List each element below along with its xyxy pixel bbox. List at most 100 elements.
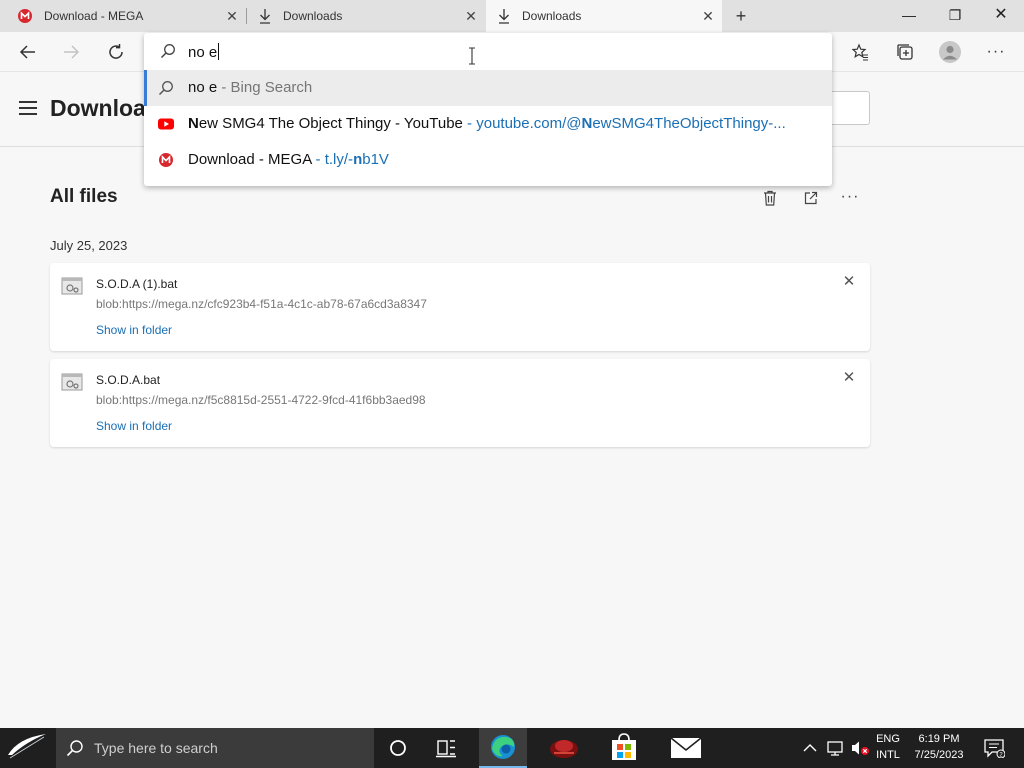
suggestion-source: - Bing Search <box>217 79 313 96</box>
minimize-button[interactable]: — <box>886 0 932 32</box>
suggestion-mega[interactable]: Download - MEGA - t.ly/-nb1V <box>144 142 832 178</box>
address-bar-dropdown: no e no e - Bing Search New SMG4 The Obj… <box>144 33 832 186</box>
store-icon <box>612 733 636 760</box>
suggestion-text: no e - Bing Search <box>188 79 312 96</box>
input-language[interactable]: ENG <box>870 733 906 745</box>
collections-icon <box>897 44 913 60</box>
avatar-icon <box>939 41 961 63</box>
profile-button[interactable] <box>936 38 964 66</box>
close-tab-icon[interactable]: ✕ <box>700 8 716 24</box>
show-in-folder-link[interactable]: Show in folder <box>96 323 172 337</box>
download-icon <box>260 9 270 24</box>
section-title: All files <box>50 186 118 207</box>
volume-muted-icon[interactable] <box>850 739 870 757</box>
open-external-icon <box>804 191 818 205</box>
more-options-button[interactable]: ··· <box>838 186 862 210</box>
download-item: S.O.D.A.bat blob:https://mega.nz/f5c8815… <box>50 359 870 447</box>
restore-button[interactable]: ❐ <box>932 0 978 32</box>
suggestion-title: Download - MEGA <box>188 151 312 168</box>
task-view-button[interactable] <box>422 728 470 768</box>
file-source-url: blob:https://mega.nz/cfc923b4-f51a-4c1c-… <box>96 297 427 311</box>
suggestion-url-rest: b1V <box>362 151 389 168</box>
taskbar-app-game[interactable] <box>540 728 588 768</box>
suggestion-youtube[interactable]: New SMG4 The Object Thingy - YouTube - y… <box>144 106 832 142</box>
keyboard-layout[interactable]: INTL <box>870 749 906 761</box>
taskbar-edge[interactable] <box>479 728 527 768</box>
taskbar-store[interactable] <box>600 728 648 768</box>
suggestion-title: ew SMG4 The Object Thingy - YouTube <box>198 115 463 132</box>
suggestion-text: New SMG4 The Object Thingy - YouTube - y… <box>188 115 786 132</box>
notification-center-icon[interactable]: 2 <box>983 738 1005 758</box>
search-icon <box>66 740 83 757</box>
close-window-button[interactable]: ✕ <box>978 0 1024 32</box>
show-hidden-icons-chevron-icon[interactable] <box>802 741 818 755</box>
youtube-icon <box>158 118 174 130</box>
mail-icon <box>670 737 702 758</box>
suggestion-url-match: n <box>353 151 363 168</box>
close-tab-icon[interactable]: ✕ <box>463 8 479 24</box>
collections-button[interactable] <box>891 38 919 66</box>
text-caret <box>218 43 220 60</box>
cortana-circle-icon <box>390 740 406 756</box>
tab-download-mega[interactable]: Download - MEGA ✕ <box>0 0 246 32</box>
menu-hamburger-icon[interactable] <box>19 101 37 115</box>
suggestion-url: - t.ly/-nb1V <box>311 151 389 168</box>
start-logo-icon <box>8 734 46 759</box>
taskbar-mail[interactable] <box>662 728 710 768</box>
suggestion-url-prefix: - t.ly/- <box>311 151 354 168</box>
refresh-button[interactable] <box>102 38 130 66</box>
mega-icon <box>159 153 173 167</box>
edge-icon <box>491 735 515 759</box>
clock-date[interactable]: 7/25/2023 <box>906 749 972 761</box>
address-query-text: no e <box>188 43 220 61</box>
date-group-label: July 25, 2023 <box>50 238 128 253</box>
file-name[interactable]: S.O.D.A (1).bat <box>96 277 177 291</box>
clock-time[interactable]: 6:19 PM <box>906 733 972 745</box>
trash-icon <box>764 190 776 206</box>
new-tab-button[interactable]: + <box>731 6 751 26</box>
taskbar-search-box[interactable]: Type here to search <box>56 728 374 768</box>
back-button[interactable] <box>14 38 42 66</box>
forward-button[interactable] <box>57 38 85 66</box>
download-icon <box>499 9 509 24</box>
favorites-star-icon <box>851 43 868 61</box>
tab-downloads[interactable]: Downloads ✕ <box>247 0 485 32</box>
tab-title: Downloads <box>283 9 343 23</box>
download-item: S.O.D.A (1).bat blob:https://mega.nz/cfc… <box>50 263 870 351</box>
remove-download-icon[interactable]: ✕ <box>842 274 856 289</box>
forward-arrow-icon <box>64 45 80 59</box>
task-view-icon <box>436 740 456 758</box>
refresh-icon <box>109 44 123 59</box>
mega-icon <box>18 9 32 23</box>
batch-file-icon <box>61 373 83 391</box>
tab-downloads-active[interactable]: Downloads ✕ <box>486 0 722 32</box>
windows-taskbar: Type here to search ENG INTL 6:19 PM 7/2… <box>0 728 1024 768</box>
search-icon <box>160 44 175 59</box>
delete-all-button[interactable] <box>758 186 782 210</box>
text-cursor-icon <box>469 47 475 65</box>
browser-window: Download - MEGA ✕ Downloads ✕ Downloads … <box>0 0 1024 768</box>
cortana-button[interactable] <box>374 728 422 768</box>
open-downloads-folder-button[interactable] <box>799 186 823 210</box>
remove-download-icon[interactable]: ✕ <box>842 370 856 385</box>
close-tab-icon[interactable]: ✕ <box>224 8 240 24</box>
suggestion-text: Download - MEGA - t.ly/-nb1V <box>188 151 389 168</box>
start-button[interactable] <box>0 728 56 768</box>
show-in-folder-link[interactable]: Show in folder <box>96 419 172 433</box>
settings-more-button[interactable]: ··· <box>982 38 1010 66</box>
file-source-url: blob:https://mega.nz/f5c8815d-2551-4722-… <box>96 393 426 407</box>
game-app-icon <box>550 740 578 758</box>
suggestion-bing-search[interactable]: no e - Bing Search <box>144 70 832 106</box>
tab-title: Downloads <box>522 9 582 23</box>
suggestion-query: no e <box>188 79 218 96</box>
taskbar-search-placeholder: Type here to search <box>94 740 218 756</box>
tab-strip: Download - MEGA ✕ Downloads ✕ Downloads … <box>0 0 1024 32</box>
search-icon <box>158 81 173 96</box>
network-icon[interactable] <box>826 739 846 757</box>
suggestion-url-match: N <box>581 115 593 132</box>
address-bar-input[interactable]: no e <box>144 33 832 69</box>
address-query: no e <box>188 44 218 61</box>
favorites-button[interactable] <box>846 38 874 66</box>
suggestion-url-rest: ewSMG4TheObjectThingy-... <box>592 115 786 132</box>
file-name[interactable]: S.O.D.A.bat <box>96 373 160 387</box>
